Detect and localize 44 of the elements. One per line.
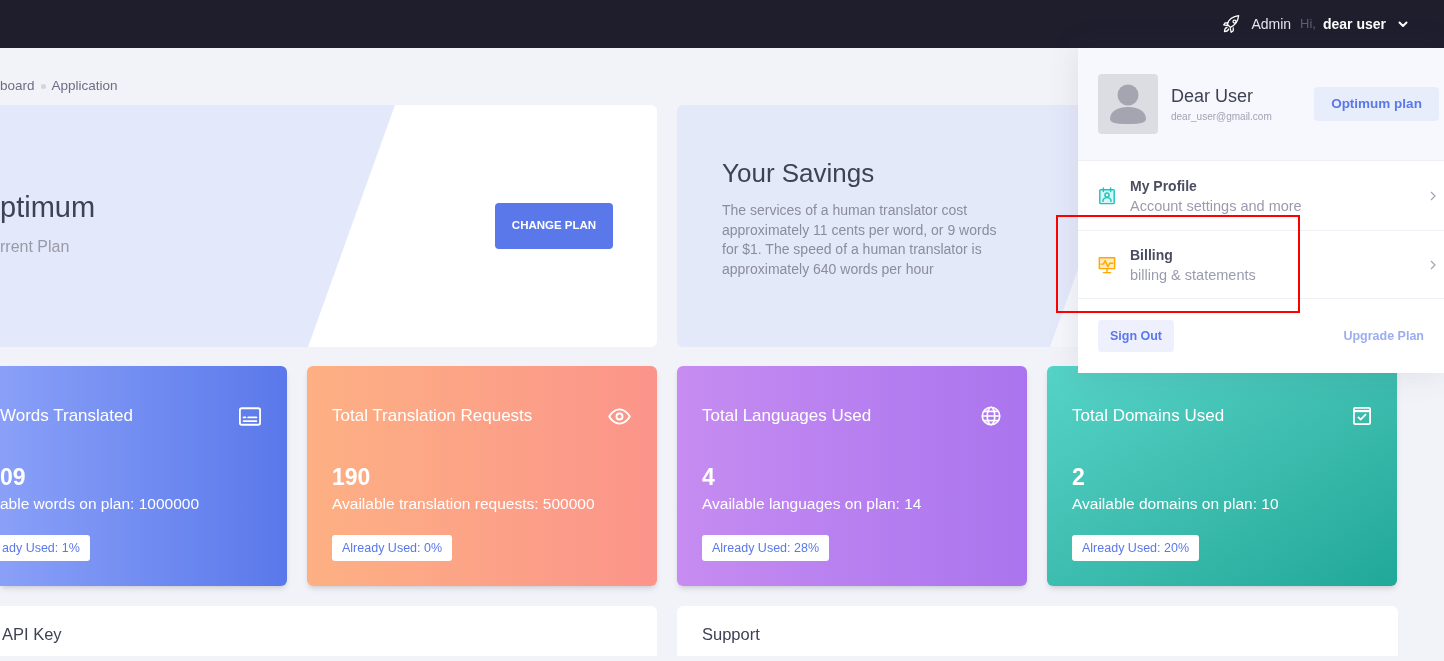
stat-value: 09 — [0, 463, 26, 491]
menu-item[interactable]: Billing billing & statements — [1078, 230, 1444, 298]
plan-button[interactable]: Optimum plan — [1314, 87, 1439, 121]
savings-description: The services of a human translator cost approximately 11 cents per word, or 9 words for $1. The speed of a human translator is approximately 640 words per hour — [722, 201, 998, 279]
stat-title: Total Domains Used — [1072, 405, 1225, 428]
chevron-right-icon — [1430, 190, 1436, 201]
chevron-right-icon — [1430, 259, 1436, 270]
panel-title: API Key — [2, 624, 63, 645]
user-email: dear_user@gmail.com — [1171, 110, 1272, 123]
stat-description: able words on plan: 1000000 — [0, 494, 200, 514]
usage-badge: ady Used: 1% — [0, 535, 90, 561]
stat-description: Available translation requests: 500000 — [332, 494, 595, 514]
plan-name: ptimum — [0, 191, 96, 223]
breadcrumb-link[interactable]: Application — [51, 75, 118, 97]
stat-value: 4 — [702, 463, 715, 491]
stat-description: Available domains on plan: 10 — [1072, 494, 1279, 514]
panel-title: Support — [702, 624, 761, 645]
change-plan-button[interactable]: CHANGE PLAN — [495, 203, 613, 249]
monitor-pulse-icon — [1098, 255, 1116, 274]
usage-badge: Already Used: 28% — [702, 535, 829, 561]
stat-title: Total Languages Used — [702, 405, 872, 428]
breadcrumb-link[interactable]: board — [0, 75, 35, 97]
user-name: Dear User — [1171, 85, 1254, 107]
checked-square-icon — [1353, 407, 1371, 425]
stat-description: Available languages on plan: 14 — [702, 494, 922, 514]
user-menu-button[interactable]: Hi, dear user — [1300, 13, 1408, 35]
stat-value: 190 — [332, 463, 371, 491]
separator-dot-icon — [40, 83, 46, 89]
id-badge-icon — [1098, 186, 1116, 205]
stat-title: Total Translation Requests — [332, 405, 533, 428]
plan-caption: rrent Plan — [0, 237, 70, 257]
subtitles-icon — [239, 406, 261, 426]
stat-value: 2 — [1072, 463, 1085, 491]
sign-out-button[interactable]: Sign Out — [1098, 320, 1174, 352]
savings-title: Your Savings — [722, 158, 875, 188]
admin-link[interactable]: Admin — [1222, 13, 1292, 35]
avatar-silhouette-icon — [1098, 74, 1158, 134]
usage-badge: Already Used: 20% — [1072, 535, 1199, 561]
stat-title: Words Translated — [0, 405, 133, 428]
chevron-down-icon — [1398, 20, 1408, 28]
eye-icon — [608, 407, 631, 425]
globe-icon — [981, 406, 1001, 426]
menu-item[interactable]: My Profile Account settings and more — [1078, 160, 1444, 230]
usage-badge: Already Used: 0% — [332, 535, 453, 561]
